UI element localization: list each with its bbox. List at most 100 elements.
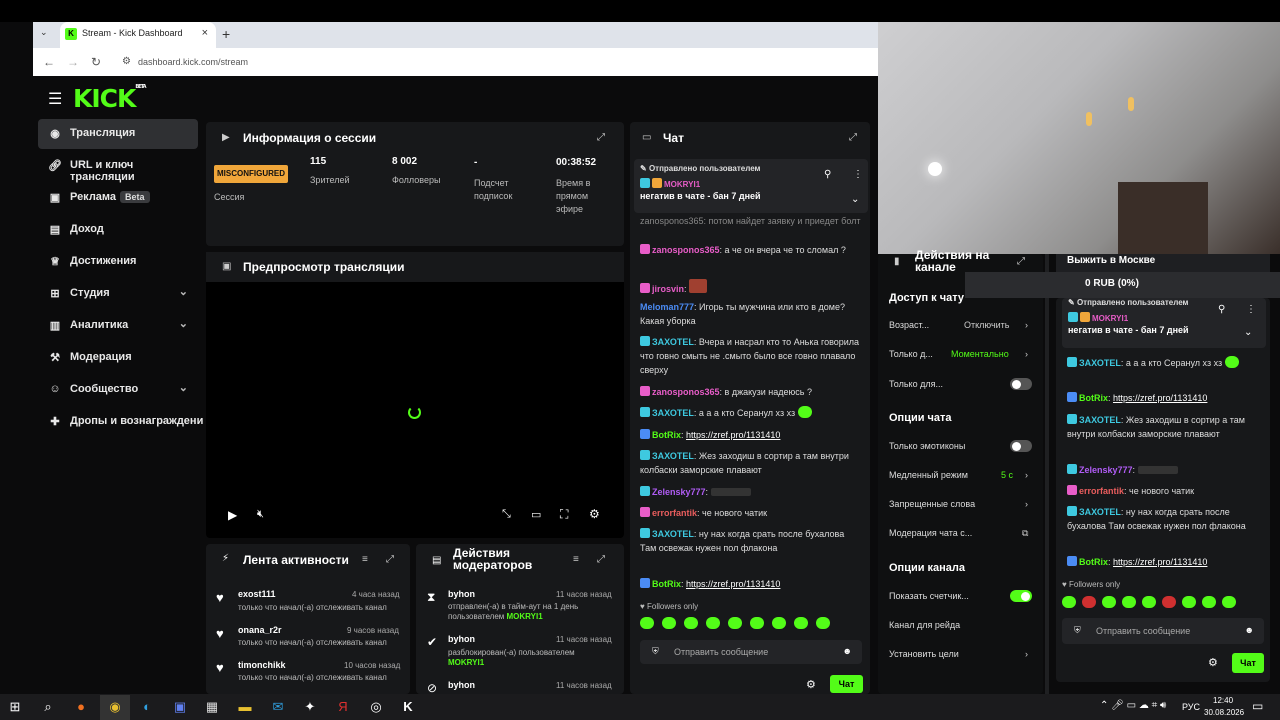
popout-send-button[interactable]: Чат	[1232, 653, 1264, 673]
emote-icon[interactable]	[640, 617, 654, 629]
chat-username[interactable]: ЗАХОТЕL	[652, 451, 694, 461]
chevron-down-icon[interactable]: ⌄	[1244, 327, 1252, 338]
mod-user[interactable]: byhon	[448, 589, 475, 599]
site-info-icon[interactable]: ⚙	[122, 56, 131, 67]
mod-target[interactable]: MOKRYI1	[507, 612, 543, 621]
sidebar-item-url-key[interactable]: 🔗︎ URL и ключ трансляции	[38, 151, 198, 183]
emoji-icon[interactable]: ☻	[843, 646, 852, 656]
emote-icon[interactable]	[684, 617, 698, 629]
chat-username[interactable]: zanosponos365	[652, 245, 720, 255]
chat-settings-icon[interactable]: ⚙	[1208, 656, 1218, 669]
toggle-subs-only[interactable]	[1010, 378, 1032, 390]
chat-username[interactable]: Zelensky777	[652, 487, 706, 497]
sparkle-icon[interactable]: ✦	[300, 699, 320, 715]
chat-link[interactable]: https://zref.pro/1131410	[686, 430, 780, 440]
pinned-user[interactable]: MOKRYI1	[640, 178, 700, 189]
save-icon[interactable]: ▣	[170, 699, 190, 715]
emoji-icon[interactable]: ☻	[1245, 625, 1254, 635]
sidebar-item-analytics[interactable]: ▥ Аналитика ⌄	[38, 311, 198, 341]
folder-icon[interactable]: ▬	[235, 699, 255, 714]
chat-username[interactable]: Zelensky777	[1079, 465, 1133, 475]
emote-icon[interactable]	[794, 617, 808, 629]
clock-time[interactable]: 12:40	[1213, 696, 1233, 705]
tray-icons[interactable]: ⌃ 🎤︎ ▭ ☁ ⌗ 🔊︎	[1100, 700, 1166, 711]
chat-username[interactable]: BotRix	[1079, 557, 1108, 567]
emote-icon[interactable]	[1082, 596, 1096, 608]
chat-username[interactable]: BotRix	[652, 579, 681, 589]
chat-link[interactable]: https://zref.pro/1131410	[1113, 557, 1207, 567]
chat-send-button[interactable]: Чат	[830, 675, 863, 693]
chat-username[interactable]: errorfantik	[652, 508, 697, 518]
reload-icon[interactable]: ↻	[91, 55, 101, 69]
fullscreen-icon[interactable]: ⛶	[560, 507, 568, 522]
chat-input[interactable]: ⛨ Отправить сообщение ☻	[640, 640, 862, 664]
browser-tab[interactable]: K Stream - Kick Dashboard ×	[60, 22, 216, 48]
chat-username[interactable]: errorfantik	[1079, 486, 1124, 496]
expand-icon[interactable]: ⤢	[386, 554, 394, 565]
chat-username[interactable]: ЗАХОТЕL	[652, 529, 694, 539]
emote-icon[interactable]	[1062, 596, 1076, 608]
chrome-icon[interactable]: ◉	[105, 699, 125, 715]
new-tab-button[interactable]: +	[222, 26, 230, 42]
mini-player-icon[interactable]: ⤡	[502, 508, 511, 521]
setting-chat-moderation[interactable]: Модерация чата с... ⧉	[889, 528, 1035, 538]
sidebar-item-studio[interactable]: ⊞ Студия ⌄	[38, 279, 198, 309]
emote-icon[interactable]	[1142, 596, 1156, 608]
chat-username[interactable]: ЗАХОТЕL	[652, 337, 694, 347]
emote-icon[interactable]	[1102, 596, 1116, 608]
emote-icon[interactable]	[662, 617, 676, 629]
language-indicator[interactable]: РУС	[1182, 702, 1200, 712]
chat-username[interactable]: ЗАХОТЕL	[1079, 415, 1121, 425]
toggle-emote-only[interactable]	[1010, 440, 1032, 452]
sidebar-item-ads[interactable]: ▣ Реклама Beta	[38, 183, 198, 213]
menu-icon[interactable]: ☰	[48, 89, 62, 109]
kick-app-icon[interactable]: K	[398, 699, 418, 714]
sidebar-item-moderation[interactable]: ⚒ Модерация	[38, 343, 198, 373]
expand-icon[interactable]: ⤢	[1017, 256, 1025, 267]
emote-icon[interactable]	[1202, 596, 1216, 608]
emote-icon[interactable]	[1182, 596, 1196, 608]
expand-icon[interactable]: ⤢	[597, 554, 605, 565]
chat-link[interactable]: https://zref.pro/1131410	[686, 579, 780, 589]
activity-user[interactable]: exost111	[238, 589, 276, 599]
setting-age[interactable]: Возраст... Отключить ›	[889, 320, 1035, 330]
emote-icon[interactable]	[750, 617, 764, 629]
sidebar-item-stream[interactable]: ◉ Трансляция	[38, 119, 198, 149]
setting-goals[interactable]: Установить цели ›	[889, 649, 1035, 659]
chat-username[interactable]: ЗАХОТЕL	[1079, 507, 1121, 517]
theater-icon[interactable]: ▭	[531, 508, 541, 521]
activity-user[interactable]: timonchikk	[238, 660, 286, 670]
edge-icon[interactable]: ◐	[137, 699, 157, 714]
more-icon[interactable]: ⋮	[1246, 304, 1256, 315]
tab-search-icon[interactable]: ⌄	[40, 27, 48, 38]
obs-icon[interactable]: ◎	[366, 699, 386, 715]
emote-icon[interactable]	[1222, 596, 1236, 608]
expand-icon[interactable]: ⤢	[849, 132, 857, 143]
chat-settings-icon[interactable]: ⚙	[806, 678, 816, 691]
clock-date[interactable]: 30.08.2026	[1204, 708, 1244, 717]
unpin-icon[interactable]: ⚲	[824, 169, 831, 180]
emote-icon[interactable]	[728, 617, 742, 629]
yandex-icon[interactable]: Я	[333, 699, 353, 714]
chat-username[interactable]: ЗАХОТЕL	[1079, 358, 1121, 368]
forward-icon[interactable]: →	[67, 55, 79, 69]
mod-target[interactable]: MOKRYI1	[448, 658, 484, 667]
emote-icon[interactable]	[816, 617, 830, 629]
expand-icon[interactable]: ⤢	[597, 132, 605, 143]
popout-chat-input[interactable]: ⛨ Отправить сообщение ☻	[1062, 618, 1264, 644]
filter-icon[interactable]: ≡	[362, 554, 368, 565]
search-icon[interactable]: ⌕	[38, 699, 58, 715]
setting-slow-mode[interactable]: Медленный режим 5 с ›	[889, 470, 1035, 480]
mail-icon[interactable]: ✉	[268, 699, 288, 715]
settings-gear-icon[interactable]: ⚙	[589, 507, 600, 521]
setting-followers-only[interactable]: Только д... Моментально ›	[889, 349, 1035, 359]
mute-icon[interactable]: 🔇︎	[257, 508, 264, 521]
play-icon[interactable]: ▶	[228, 508, 237, 522]
url-input[interactable]: ⚙ dashboard.kick.com/stream	[120, 53, 720, 71]
sidebar-item-drops[interactable]: ✚ Дропы и вознаграждени	[38, 407, 210, 437]
sidebar-item-achievements[interactable]: ♕ Достижения	[38, 247, 198, 277]
mod-user[interactable]: byhon	[448, 634, 475, 644]
chat-username[interactable]: ЗАХОТЕL	[652, 408, 694, 418]
chat-username[interactable]: Meloman777	[640, 302, 694, 312]
notifications-icon[interactable]: ▭	[1252, 699, 1263, 713]
